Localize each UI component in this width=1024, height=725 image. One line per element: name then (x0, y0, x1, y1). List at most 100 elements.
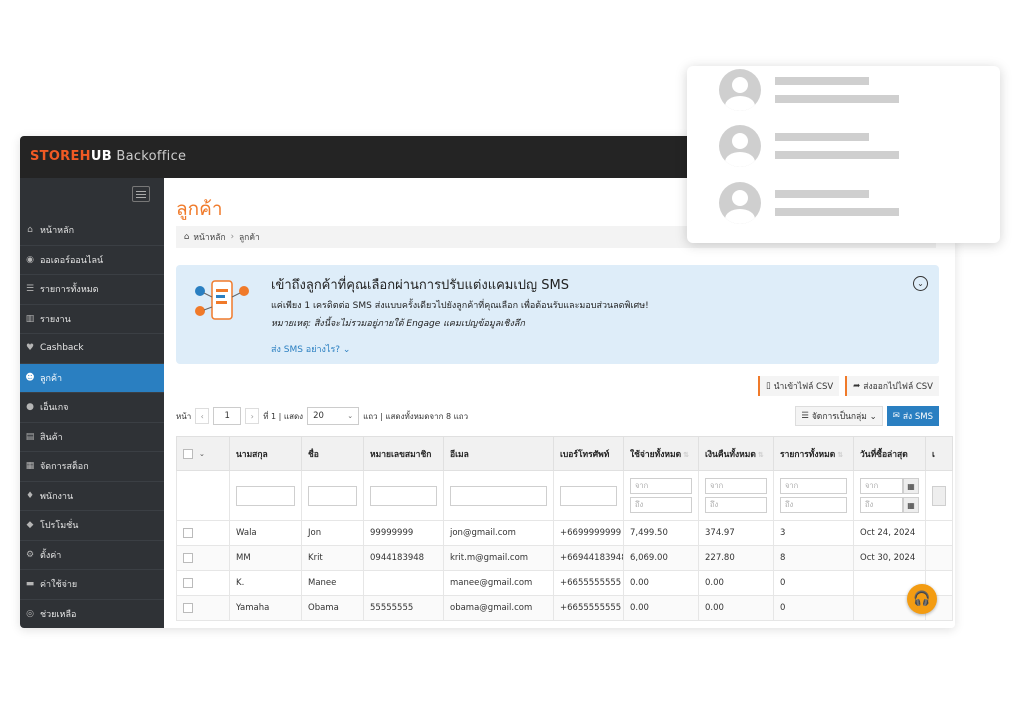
sidebar-item-label: รายการทั้งหมด (40, 285, 99, 296)
firstname-filter-input[interactable] (308, 485, 357, 506)
transactions-from-input[interactable]: จาก (780, 478, 847, 494)
export-csv-button[interactable]: ➦ ส่งออกไปไฟล์ CSV (845, 376, 939, 396)
manage-group-button[interactable]: ☰ จัดการเป็นกลุ่ม ⌄ (795, 406, 883, 426)
table-cell: 374.97 (698, 520, 774, 546)
spent-to-input[interactable]: ถึง (630, 497, 692, 513)
table-row[interactable]: K. Manee manee@gmail.com +6655555555 0.00 0.0… (176, 570, 953, 596)
table-cell: 6,069.00 (623, 545, 699, 571)
more-filter-input[interactable] (932, 485, 946, 506)
cashback-from-input[interactable]: จาก (705, 478, 767, 494)
sidebar-item-8[interactable]: ▦ จัดการสต็อก (20, 452, 164, 482)
per-page-select[interactable]: 20 ⌄ (307, 407, 360, 425)
row-checkbox[interactable] (183, 577, 193, 588)
table-cell: +66944183948 (553, 545, 624, 571)
email-filter-input[interactable] (450, 485, 547, 506)
next-page-button[interactable]: › (245, 408, 260, 424)
calendar-icon[interactable]: ▦ (903, 478, 919, 494)
sidebar-item-1[interactable]: ◉ ออเดอร์ออนไลน์ (20, 246, 164, 275)
table-cell: Jon (301, 520, 364, 546)
transactions-to-input[interactable]: ถึง (780, 497, 847, 513)
header-last-purchase[interactable]: วันที่ซื้อล่าสุด (853, 436, 926, 471)
table-cell: obama@gmail.com (443, 595, 554, 621)
csv-actions: ▯ นำเข้าไฟล์ CSV ➦ ส่งออกไปไฟล์ CSV (758, 376, 939, 396)
avatar-icon (719, 125, 761, 167)
sidebar: ⌂ หน้าหลัก ◉ ออเดอร์ออนไลน์ ☰ รายการทั้งหมด ▥ ร… (20, 178, 164, 628)
bar-chart-icon: ▥ (25, 313, 35, 324)
sidebar-item-7[interactable]: ▤ สินค้า (20, 423, 164, 452)
chevron-down-icon[interactable]: ⌄ (913, 276, 928, 291)
sidebar-item-label: ตั้งค่า (40, 550, 62, 561)
page-input[interactable]: 1 (213, 407, 242, 425)
sidebar-item-11[interactable]: ⚙ ตั้งค่า (20, 541, 164, 570)
phone-filter-input[interactable] (560, 485, 617, 506)
table-cell: 99999999 (363, 520, 444, 546)
table-cell: +6655555555 (553, 595, 624, 621)
select-all-checkbox[interactable] (183, 448, 193, 459)
sidebar-item-2[interactable]: ☰ รายการทั้งหมด (20, 275, 164, 305)
filter-row: จาก ถึง จาก ถึง จาก ถึง จาก ▦ ถึง ▦ (176, 470, 953, 521)
table-cell (363, 570, 444, 596)
sidebar-item-0[interactable]: ⌂ หน้าหลัก (20, 216, 164, 246)
contact-placeholder (719, 125, 939, 169)
chevron-down-icon[interactable]: ⌄ (199, 450, 205, 458)
avatar-icon (719, 182, 761, 224)
sidebar-item-label: ช่วยเหลือ (40, 609, 77, 620)
import-csv-button[interactable]: ▯ นำเข้าไฟล์ CSV (758, 376, 840, 396)
page-label: หน้า (176, 411, 192, 421)
table-cell: manee@gmail.com (443, 570, 554, 596)
select-all-header[interactable]: ⌄ (176, 436, 230, 471)
send-sms-button[interactable]: ✉ ส่ง SMS (886, 406, 939, 426)
table-row[interactable]: Wala Jon 99999999 jon@gmail.com +6699999999 7… (176, 520, 953, 546)
sidebar-toggle-icon[interactable] (132, 186, 150, 202)
sms-illustration-icon (195, 280, 249, 320)
sidebar-item-10[interactable]: ◆ โปรโมชั่น (20, 511, 164, 541)
gear-icon: ⚙ (25, 549, 35, 560)
row-count-text: แถว | แสดงทั้งหมดจาก 8 แถว (363, 411, 469, 421)
header-total-transactions[interactable]: รายการทั้งหมด ⇅ (773, 436, 854, 471)
main-content: ลูกค้า ⌂ หน้าหลัก › ลูกค้า เข้าถึงลูกค้า… (164, 178, 955, 628)
prev-page-button[interactable]: ‹ (195, 408, 210, 424)
support-headset-icon[interactable]: 🎧 (907, 584, 937, 614)
table-row[interactable]: MM Krit 0944183948 krit.m@gmail.com +6694418… (176, 545, 953, 571)
header-total-spent[interactable]: ใช้จ่ายทั้งหมด ⇅ (623, 436, 699, 471)
header-member-id[interactable]: หมายเลขสมาชิก (363, 436, 444, 471)
table-row[interactable]: Yamaha Obama 55555555 obama@gmail.com +66555… (176, 595, 953, 621)
header-total-cashback[interactable]: เงินคืนทั้งหมด ⇅ (698, 436, 774, 471)
header-email[interactable]: อีเมล (443, 436, 554, 471)
sidebar-item-13[interactable]: ◎ ช่วยเหลือ (20, 600, 164, 629)
cart-icon: ▤ (25, 431, 35, 442)
row-checkbox[interactable] (183, 602, 193, 613)
page-title: ลูกค้า (176, 198, 223, 220)
row-checkbox[interactable] (183, 552, 193, 563)
sidebar-item-5[interactable]: ☻ ลูกค้า (20, 363, 164, 393)
card-icon: ▬ (25, 579, 35, 590)
lastname-filter-input[interactable] (236, 485, 295, 506)
header-phone[interactable]: เบอร์โทรศัพท์ (553, 436, 624, 471)
date-to-input[interactable]: ถึง (860, 497, 903, 513)
header-more[interactable]: เ (925, 436, 953, 471)
sidebar-item-6[interactable]: ● เอ็นเกจ (20, 393, 164, 423)
bulk-actions: ☰ จัดการเป็นกลุ่ม ⌄ ✉ ส่ง SMS (795, 406, 939, 426)
customers-table: ⌄ นามสกุล ชื่อ หมายเลขสมาชิก อีเมล เบอร์… (176, 436, 953, 621)
table-cell: jon@gmail.com (443, 520, 554, 546)
sidebar-item-3[interactable]: ▥ รายงาน (20, 305, 164, 334)
calendar-icon[interactable]: ▦ (903, 497, 919, 513)
member-id-filter-input[interactable] (370, 485, 437, 506)
cashback-to-input[interactable]: ถึง (705, 497, 767, 513)
header-firstname[interactable]: ชื่อ (301, 436, 364, 471)
employee-icon: ♦ (25, 490, 35, 501)
help-icon: ◎ (26, 608, 34, 619)
header-lastname[interactable]: นามสกุล (229, 436, 302, 471)
date-from-input[interactable]: จาก (860, 478, 903, 494)
sidebar-item-4[interactable]: ♥ Cashback (20, 334, 164, 364)
how-to-send-sms-link[interactable]: ส่ง SMS อย่างไร? ⌄ (271, 342, 350, 356)
sidebar-item-12[interactable]: ▬ ค่าใช้จ่าย (20, 570, 164, 600)
brand-logo[interactable]: STOREHUB Backoffice (30, 149, 186, 164)
breadcrumb-home[interactable]: หน้าหลัก (193, 230, 225, 244)
sidebar-item-9[interactable]: ♦ พนักงาน (20, 482, 164, 511)
row-checkbox[interactable] (183, 527, 193, 538)
contact-placeholder (719, 69, 939, 113)
avatar-icon (719, 69, 761, 111)
spent-from-input[interactable]: จาก (630, 478, 692, 494)
table-cell: 0944183948 (363, 545, 444, 571)
